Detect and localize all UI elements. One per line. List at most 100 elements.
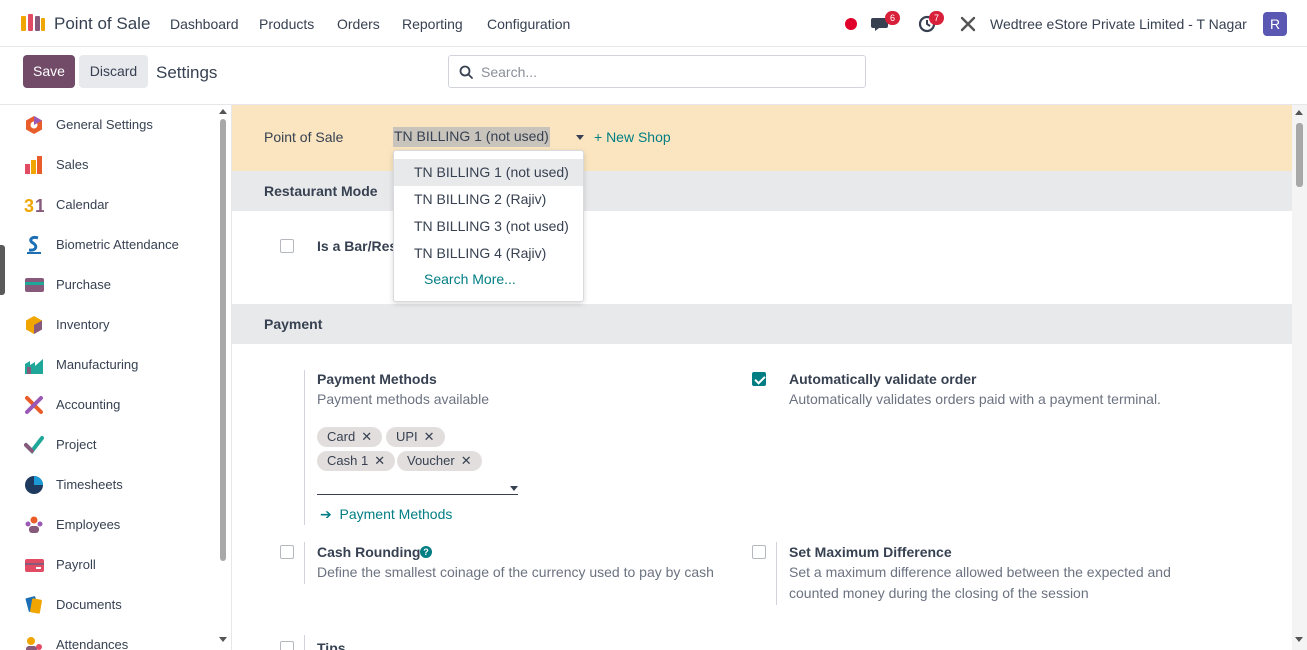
sidebar-item-label: Documents <box>56 597 122 612</box>
scrollbar-thumb[interactable] <box>1296 123 1303 187</box>
cash-rounding-checkbox[interactable] <box>280 545 294 559</box>
bar-restaurant-checkbox[interactable] <box>280 239 294 253</box>
main-scrollbar[interactable] <box>1292 105 1307 650</box>
sidebar-item-attendances[interactable]: Attendances <box>8 625 218 650</box>
dropdown-option[interactable]: TN BILLING 4 (Rajiv) <box>394 240 583 267</box>
company-switcher[interactable]: Wedtree eStore Private Limited - T Nagar <box>990 16 1247 32</box>
sidebar-item-label: Timesheets <box>56 477 123 492</box>
sidebar-item-accounting[interactable]: Accounting <box>8 385 218 425</box>
cash-rounding-desc: Define the smallest coinage of the curre… <box>317 564 714 580</box>
sidebar-item-calendar[interactable]: 3 1 Calendar <box>8 185 218 225</box>
search-more-link[interactable]: Search More... <box>424 271 516 287</box>
sidebar-item-label: Attendances <box>56 637 129 650</box>
svg-text:3: 3 <box>24 196 34 215</box>
activities-badge: 7 <box>929 11 944 25</box>
section-title: Restaurant Mode <box>264 183 378 199</box>
max-difference-checkbox[interactable] <box>752 545 766 559</box>
search-input[interactable] <box>481 62 851 82</box>
pos-shop-dropdown: TN BILLING 1 (not used) TN BILLING 2 (Ra… <box>393 150 584 302</box>
general-settings-icon <box>26 116 42 134</box>
sidebar-item-documents[interactable]: Documents <box>8 585 218 625</box>
sidebar-item-label: Inventory <box>56 317 110 332</box>
auto-validate-title: Automatically validate order <box>789 371 977 387</box>
menu-orders[interactable]: Orders <box>337 16 380 32</box>
remove-tag-icon[interactable]: ✕ <box>424 429 435 444</box>
settings-search-box[interactable] <box>448 55 866 88</box>
setting-divider <box>304 370 305 525</box>
dropdown-option[interactable]: TN BILLING 3 (not used) <box>394 213 583 240</box>
sidebar-item-label: Employees <box>56 517 121 532</box>
payment-methods-input[interactable] <box>317 494 518 495</box>
settings-sidebar: General Settings Sales 3 1 Calendar Biom… <box>8 105 232 650</box>
scrollbar-thumb[interactable] <box>220 119 226 561</box>
remove-tag-icon[interactable]: ✕ <box>361 429 372 444</box>
documents-icon <box>25 596 42 614</box>
sidebar-item-timesheets[interactable]: Timesheets <box>8 465 218 505</box>
sidebar-item-biometric-attendance[interactable]: Biometric Attendance <box>8 225 218 265</box>
sidebar-item-employees[interactable]: Employees <box>8 505 218 545</box>
user-avatar[interactable]: R <box>1263 12 1287 36</box>
menu-reporting[interactable]: Reporting <box>402 16 463 32</box>
save-button[interactable]: Save <box>23 55 75 88</box>
employees-icon <box>25 516 43 533</box>
manufacturing-icon <box>25 359 43 374</box>
menu-dashboard[interactable]: Dashboard <box>170 16 239 32</box>
scroll-down-arrow-icon[interactable] <box>1295 637 1303 642</box>
sidebar-item-sales[interactable]: Sales <box>8 145 218 185</box>
recording-indicator-icon[interactable] <box>845 18 857 30</box>
pos-shop-select[interactable]: TN BILLING 1 (not used) <box>393 127 550 147</box>
sidebar-item-manufacturing[interactable]: Manufacturing <box>8 345 218 385</box>
sidebar-item-label: Project <box>56 437 97 452</box>
payment-methods-link[interactable]: ➔ Payment Methods <box>320 506 452 523</box>
remove-tag-icon[interactable]: ✕ <box>374 453 385 468</box>
remove-tag-icon[interactable]: ✕ <box>461 453 472 468</box>
discard-button[interactable]: Discard <box>79 55 148 88</box>
tag-label: UPI <box>396 429 418 444</box>
sales-icon <box>25 156 42 174</box>
cash-rounding-title: Cash Rounding <box>317 544 421 560</box>
sidebar-item-general-settings[interactable]: General Settings <box>8 105 218 145</box>
arrow-right-icon: ➔ <box>320 506 332 522</box>
sidebar-item-payroll[interactable]: Payroll <box>8 545 218 585</box>
sidebar-item-label: Sales <box>56 157 89 172</box>
setting-divider <box>304 542 305 584</box>
payment-tag-card: Card ✕ <box>317 427 383 447</box>
payment-section-header: Payment <box>232 304 1292 344</box>
scroll-down-arrow-icon[interactable] <box>219 637 227 642</box>
accounting-icon <box>25 396 43 414</box>
calendar-icon: 3 1 <box>24 196 44 215</box>
link-label: Payment Methods <box>339 506 453 522</box>
auto-validate-checkbox[interactable] <box>752 372 766 386</box>
inventory-icon <box>26 316 42 334</box>
search-icon <box>459 65 473 79</box>
tips-checkbox[interactable] <box>280 641 294 650</box>
scroll-up-arrow-icon[interactable] <box>1295 110 1303 115</box>
sidebar-scrollbar[interactable] <box>218 105 228 650</box>
setting-divider <box>776 542 777 605</box>
chevron-down-icon[interactable] <box>510 486 518 491</box>
biometric-icon <box>27 236 41 254</box>
app-title[interactable]: Point of Sale <box>54 14 150 34</box>
timesheets-icon <box>25 476 43 494</box>
sidebar-item-project[interactable]: Project <box>8 425 218 465</box>
sidebar-item-purchase[interactable]: Purchase <box>8 265 218 305</box>
purchase-icon <box>25 278 44 292</box>
debug-tools-icon[interactable] <box>958 14 978 34</box>
dropdown-option[interactable]: TN BILLING 2 (Rajiv) <box>394 186 583 213</box>
restaurant-mode-section-header: Restaurant Mode <box>232 171 1292 211</box>
section-title: Payment <box>264 316 323 332</box>
sidebar-item-label: Calendar <box>56 197 109 212</box>
breadcrumb: Settings <box>156 63 218 82</box>
help-icon[interactable]: ? <box>420 546 432 558</box>
auto-validate-desc: Automatically validates orders paid with… <box>789 391 1161 407</box>
pos-selector-band: Point of Sale TN BILLING 1 (not used) + … <box>232 105 1292 171</box>
menu-products[interactable]: Products <box>259 16 314 32</box>
dropdown-option[interactable]: TN BILLING 1 (not used) <box>394 159 583 186</box>
chevron-down-icon[interactable] <box>576 135 584 140</box>
sidebar-item-label: General Settings <box>56 117 153 132</box>
pos-app-icon[interactable] <box>20 13 46 33</box>
sidebar-item-inventory[interactable]: Inventory <box>8 305 218 345</box>
new-shop-button[interactable]: + New Shop <box>594 129 671 145</box>
menu-configuration[interactable]: Configuration <box>487 16 570 32</box>
scroll-up-arrow-icon[interactable] <box>219 109 227 114</box>
